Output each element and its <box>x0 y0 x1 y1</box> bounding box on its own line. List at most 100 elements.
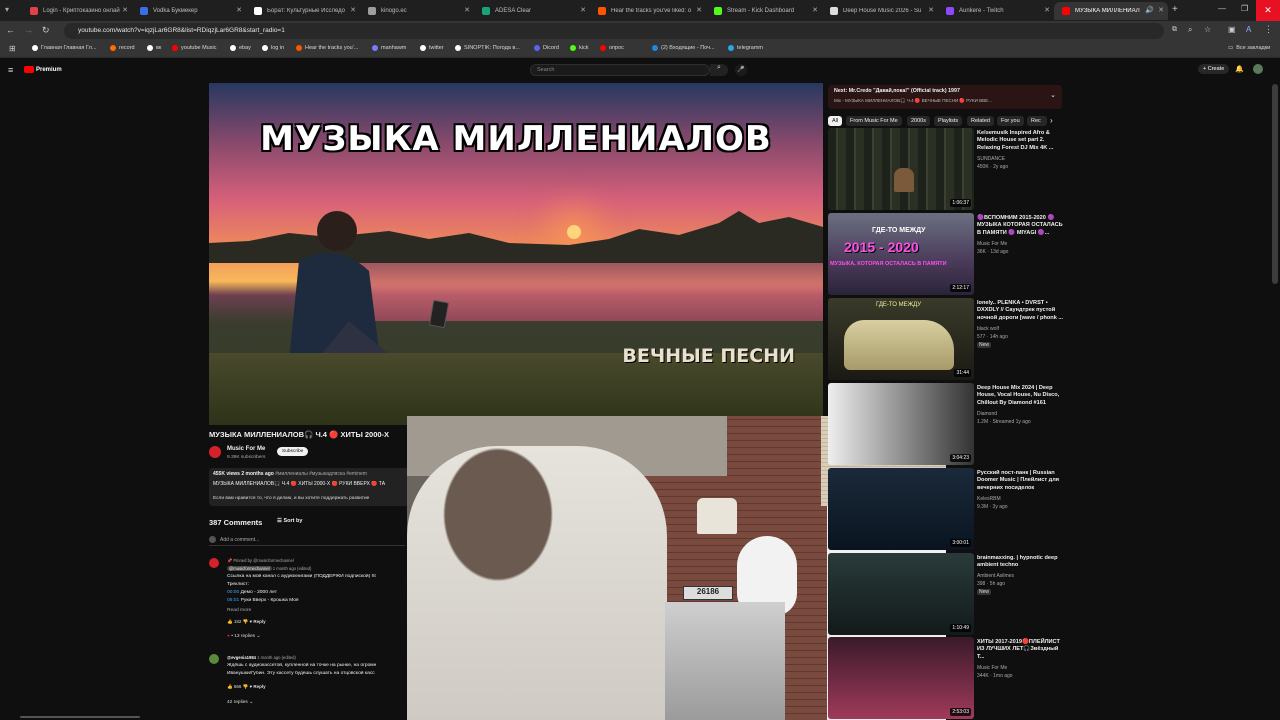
close-icon[interactable]: ✕ <box>236 6 242 14</box>
tab-4[interactable]: ADESA Clear ✕ <box>474 2 590 20</box>
author-chip[interactable]: @musicformechannel <box>227 566 272 571</box>
rec-thumbnail[interactable]: 2:53:03 <box>828 637 974 719</box>
new-tab-icon[interactable]: + <box>1172 4 1178 15</box>
close-icon[interactable]: ✕ <box>350 6 356 14</box>
zoom-icon[interactable]: ⌕ <box>1188 25 1192 35</box>
rec-channel[interactable]: SUNDANCE <box>977 156 1005 162</box>
add-comment-field[interactable]: Add a comment... <box>209 536 405 546</box>
timestamp-link[interactable]: 00:00 <box>227 590 239 595</box>
rec-title[interactable]: lonely.. PLENKA • DVRST • DXXDLY // Саун… <box>977 300 1067 322</box>
recommendation-item[interactable]: 1:06:37 Kelsemusik Inspired Afro & Melod… <box>828 128 1068 210</box>
tab-list-icon[interactable]: ▾ <box>5 5 9 14</box>
chip-playlists[interactable]: Playlists <box>934 116 963 126</box>
rec-thumbnail[interactable]: 1:10:49 <box>828 553 974 635</box>
like-icon[interactable]: 👍 <box>227 684 234 689</box>
chip-all[interactable]: All <box>828 116 843 126</box>
rec-title[interactable]: Русский пост-панк | Russian Doomer Music… <box>977 470 1067 492</box>
chip-related[interactable]: Related <box>967 116 994 126</box>
rec-thumbnail[interactable]: ГДЕ-ТО МЕЖДУ 31:44 <box>828 298 974 380</box>
tab-0[interactable]: Login - Криптоказино онлай ✕ <box>22 2 132 20</box>
bookmark-item[interactable]: SINOPTIK: Погода в... <box>455 45 520 51</box>
video-player[interactable]: МУЗЫКА МИЛЛЕНИАЛОВ ВЕЧНЫЕ ПЕСНИ <box>209 83 823 425</box>
page-scrollbar[interactable] <box>1272 84 1278 284</box>
rec-thumbnail[interactable]: 3:04:23 <box>828 383 974 465</box>
window-close-icon[interactable]: ✕ <box>1256 0 1280 21</box>
rec-channel[interactable]: Ambient Asilmes <box>977 573 1014 579</box>
chip-from-channel[interactable]: From Music For Me <box>846 116 902 126</box>
bookmark-item[interactable]: kick <box>570 45 588 51</box>
like-icon[interactable]: 👍 <box>227 619 234 624</box>
channel-name[interactable]: Music For Me <box>227 446 265 452</box>
tab-7[interactable]: Deep House Music 2026 - Su ✕ <box>822 2 938 20</box>
bookmark-item[interactable]: telegramm <box>728 45 763 51</box>
up-next-title[interactable]: Next: Mr.Credo "Давай,пока!" (Official t… <box>834 88 1044 94</box>
bookmark-item[interactable]: youtube Music <box>172 45 216 51</box>
bookmark-item[interactable]: вк <box>147 45 161 51</box>
tab-8[interactable]: Aunkere - Twitch ✕ <box>938 2 1054 20</box>
dislike-icon[interactable]: 👎 ♥ <box>241 684 253 689</box>
hamburger-icon[interactable]: ≡ <box>8 65 13 75</box>
comment-author[interactable]: @evgenia1984 1 month ago (edited) <box>227 655 296 660</box>
youtube-logo[interactable]: Premium <box>24 66 62 73</box>
bookmark-item[interactable]: (2) Входящие - Поч... <box>652 45 715 51</box>
apps-icon[interactable]: ⊞ <box>9 44 16 53</box>
comment-avatar[interactable] <box>209 654 219 664</box>
comment-author[interactable]: @musicformechannel 1 month ago (edited) <box>227 566 311 571</box>
hashtags[interactable]: #миллениалы #музыкадляска #eminem <box>275 471 367 477</box>
menu-icon[interactable]: ⋮ <box>1264 24 1273 35</box>
rec-title[interactable]: brainmaxxing. | hypnotic deep ambient te… <box>977 555 1067 570</box>
bookmark-item[interactable]: Dicord <box>534 45 559 51</box>
reply-button[interactable]: Reply <box>253 619 265 624</box>
bookmark-item[interactable]: record <box>110 45 135 51</box>
close-icon[interactable]: ✕ <box>812 6 818 14</box>
mic-icon[interactable]: 🎤 <box>735 64 747 76</box>
forward-icon[interactable]: → <box>24 25 33 35</box>
recommendation-item[interactable]: ГДЕ-ТО МЕЖДУ 2015 - 2020 МУЗЫКА, КОТОРАЯ… <box>828 213 1068 295</box>
bookmark-item[interactable]: log in <box>262 45 284 51</box>
replies-toggle[interactable]: 42 replies ⌄ <box>227 700 253 705</box>
rec-channel[interactable]: KelesRBM <box>977 496 1001 502</box>
recommendation-item[interactable]: 3:00:01 Русский пост-панк | Russian Doom… <box>828 468 1068 550</box>
bell-icon[interactable]: 🔔 <box>1235 65 1244 73</box>
recommendation-item[interactable]: 1:10:49 brainmaxxing. | hypnotic deep am… <box>828 553 1068 635</box>
subscribe-button[interactable]: Subscribe <box>277 447 309 456</box>
close-icon[interactable]: ✕ <box>696 6 702 14</box>
search-input[interactable]: Search <box>530 64 710 76</box>
chip-recent[interactable]: Rec <box>1027 116 1047 126</box>
tab-1[interactable]: Vodka Букмекер ✕ <box>132 2 246 20</box>
bookmark-item[interactable]: manhawm <box>372 45 406 51</box>
url-field[interactable]: youtube.com/watch?v=iqzjLar6GR8&list=RDi… <box>64 23 1164 39</box>
rec-thumbnail[interactable]: 1:06:37 <box>828 128 974 210</box>
timestamp-link[interactable]: 05:01 <box>227 598 239 603</box>
bookmark-item[interactable]: Hear the tracks you'... <box>296 45 358 51</box>
all-bookmarks[interactable]: ▭ Все закладки <box>1228 45 1270 51</box>
tab-2[interactable]: Борат: Культурные Исследо ✕ <box>246 2 360 20</box>
close-icon[interactable]: ✕ <box>580 6 586 14</box>
extensions-icon[interactable]: ▣ <box>1228 25 1236 34</box>
up-next-panel[interactable]: Next: Mr.Credo "Давай,пока!" (Official t… <box>828 85 1062 109</box>
chevron-down-icon[interactable]: ⌄ <box>1050 91 1056 99</box>
bookmark-star-icon[interactable]: ☆ <box>1204 25 1211 34</box>
recommendation-item[interactable]: ГДЕ-ТО МЕЖДУ 31:44 lonely.. PLENKA • DVR… <box>828 298 1068 380</box>
read-more-link[interactable]: Read more <box>227 608 251 613</box>
tab-3[interactable]: kinogo.ec ✕ <box>360 2 474 20</box>
rec-thumbnail[interactable]: ГДЕ-ТО МЕЖДУ 2015 - 2020 МУЗЫКА, КОТОРАЯ… <box>828 213 974 295</box>
rec-title[interactable]: ХИТЫ 2017-2019🔴ПЛЕЙЛИСТ ИЗ ЛУЧШИХ ЛЕТ🎧Зв… <box>977 639 1067 661</box>
rec-channel[interactable]: Diamond <box>977 411 997 417</box>
rec-channel[interactable]: black wolf <box>977 326 999 332</box>
create-button[interactable]: + Create <box>1198 64 1230 74</box>
rec-channel[interactable]: Music For Me <box>977 665 1007 671</box>
bookmark-item[interactable]: Главная Главная Гл... <box>32 45 96 51</box>
recommendation-item[interactable]: 2:53:03 ХИТЫ 2017-2019🔴ПЛЕЙЛИСТ ИЗ ЛУЧШИ… <box>828 637 1068 719</box>
channel-avatar[interactable] <box>209 446 221 458</box>
rec-title[interactable]: Deep House Mix 2024 | Deep House, Vocal … <box>977 385 1067 407</box>
bookmark-item[interactable]: ebay <box>230 45 251 51</box>
close-icon[interactable]: ✕ <box>1158 6 1164 14</box>
search-button[interactable]: ⌕ <box>710 64 728 76</box>
rec-title[interactable]: Kelsemusik Inspired Afro & Melodic House… <box>977 130 1067 152</box>
maximize-icon[interactable]: ❐ <box>1241 4 1248 13</box>
chip-2000s[interactable]: 2000s <box>907 116 930 126</box>
close-icon[interactable]: ✕ <box>928 6 934 14</box>
dislike-icon[interactable]: 👎 ♥ <box>241 619 253 624</box>
tab-6[interactable]: Stream - Kick Dashboard ✕ <box>706 2 822 20</box>
